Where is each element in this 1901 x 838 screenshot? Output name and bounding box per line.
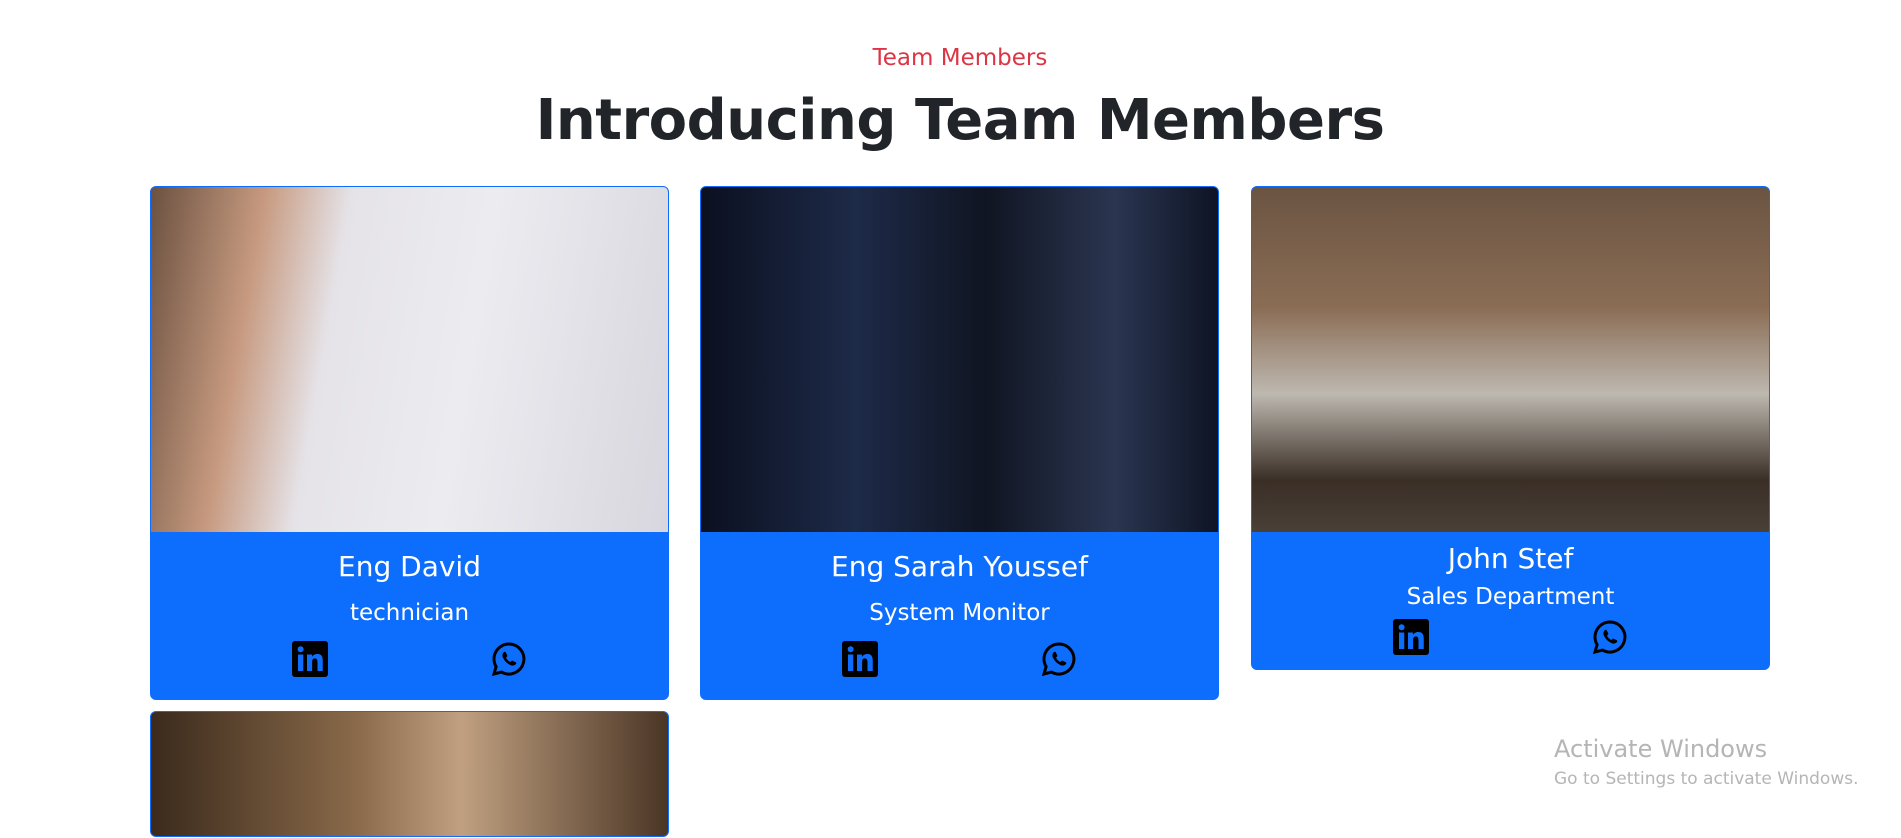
member-photo xyxy=(151,712,668,836)
team-member-card: Eng Sarah Youssef System Monitor xyxy=(700,186,1219,700)
member-name: Eng David xyxy=(338,550,481,583)
member-photo xyxy=(701,187,1218,532)
linkedin-icon[interactable] xyxy=(1393,619,1430,655)
member-photo xyxy=(151,187,668,532)
watermark-subtitle: Go to Settings to activate Windows. xyxy=(1554,769,1859,789)
member-photo xyxy=(1252,187,1769,532)
watermark-title: Activate Windows xyxy=(1554,735,1768,763)
section-eyebrow: Team Members xyxy=(872,45,1048,71)
page-title: Introducing Team Members xyxy=(535,88,1385,153)
whatsapp-icon[interactable] xyxy=(1592,619,1628,655)
linkedin-icon[interactable] xyxy=(292,641,329,677)
team-member-card: John Stef Sales Department xyxy=(1251,186,1770,670)
member-name: Eng Sarah Youssef xyxy=(831,550,1088,583)
member-role: Sales Department xyxy=(1406,584,1615,610)
member-role: technician xyxy=(349,600,470,626)
linkedin-icon[interactable] xyxy=(842,641,879,677)
whatsapp-icon[interactable] xyxy=(1041,641,1077,677)
team-member-card xyxy=(150,711,669,837)
member-name: John Stef xyxy=(1447,542,1574,575)
team-member-card: Eng David technician xyxy=(150,186,669,700)
whatsapp-icon[interactable] xyxy=(491,641,527,677)
windows-activation-watermark: Activate Windows Go to Settings to activ… xyxy=(1554,735,1859,789)
member-role: System Monitor xyxy=(869,600,1050,626)
